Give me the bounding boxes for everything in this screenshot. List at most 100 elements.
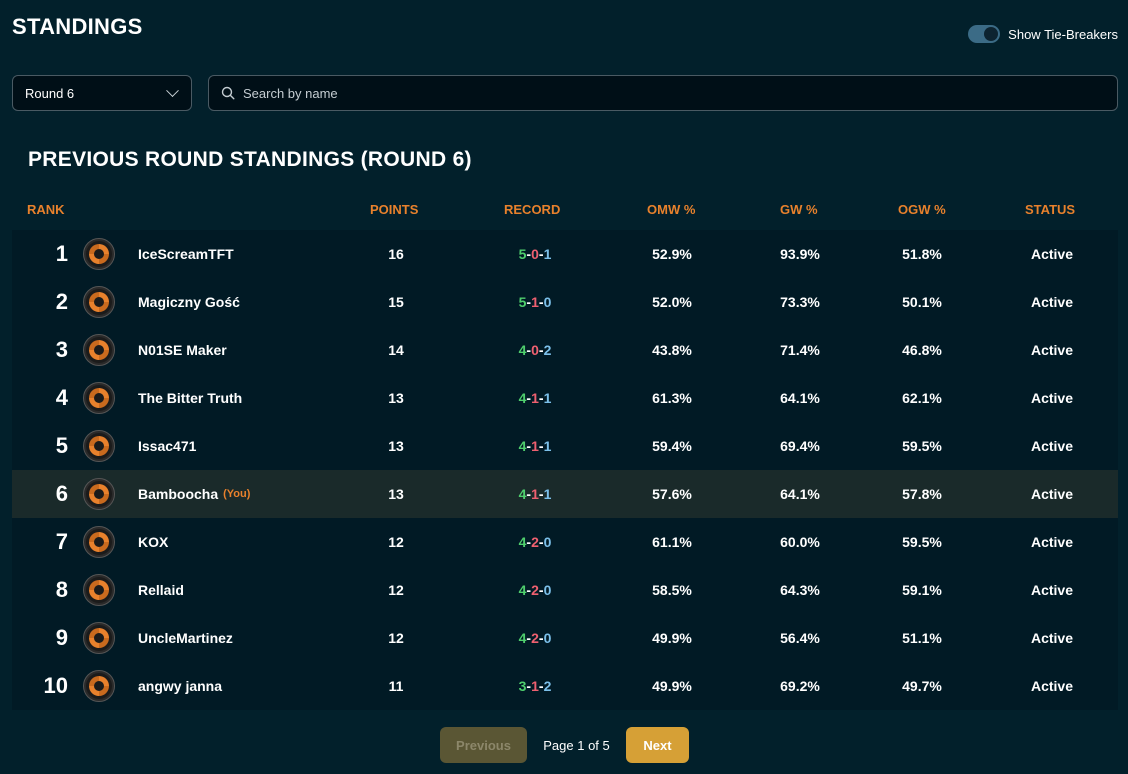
omw-cell: 49.9% <box>652 678 692 694</box>
ogw-cell: 57.8% <box>902 486 942 502</box>
col-ogw: OGW % <box>898 202 946 217</box>
points-cell: 16 <box>388 246 404 262</box>
status-cell: Active <box>1030 486 1074 502</box>
player-name-text: IceScreamTFT <box>138 246 234 262</box>
record-cell: 4-0-2 <box>490 326 580 374</box>
omw-cell: 61.3% <box>652 390 692 406</box>
points-cell: 14 <box>388 342 404 358</box>
player-name-text: UncleMartinez <box>138 630 233 646</box>
ogw-cell: 59.1% <box>902 582 942 598</box>
player-name-text: Magiczny Gość <box>138 294 240 310</box>
table-row[interactable]: 3 N01SE Maker 14 4-0-2 43.8% 71.4% 46.8% Active <box>12 326 1118 374</box>
page-indicator: Page 1 of 5 <box>543 737 610 753</box>
rank-cell: 1 <box>55 241 68 266</box>
record-wins: 3 <box>518 678 527 694</box>
record-cell: 4-1-1 <box>490 470 580 518</box>
player-name[interactable]: The Bitter Truth <box>138 374 242 422</box>
pagination: Previous Page 1 of 5 Next <box>0 727 1128 763</box>
rank-cell: 5 <box>55 433 68 458</box>
record-cell: 4-1-1 <box>490 422 580 470</box>
rank-cell: 9 <box>55 625 68 650</box>
status-cell: Active <box>1030 342 1074 358</box>
omw-cell: 61.1% <box>652 534 692 550</box>
points-cell: 12 <box>388 630 404 646</box>
record-losses: 0 <box>531 246 539 262</box>
table-row[interactable]: 8 Rellaid 12 4-2-0 58.5% 64.3% 59.1% Active <box>12 566 1118 614</box>
rank-cell: 10 <box>43 673 68 698</box>
rank-cell: 2 <box>55 289 68 314</box>
player-name[interactable]: Bamboocha (You) <box>138 470 250 518</box>
table-row[interactable]: 2 Magiczny Gość 15 5-1-0 52.0% 73.3% 50.1% Acti… <box>12 278 1118 326</box>
status-cell: Active <box>1030 246 1074 262</box>
ogw-cell: 46.8% <box>902 342 942 358</box>
tie-breakers-toggle[interactable]: Show Tie-Breakers <box>968 25 1118 43</box>
toggle-switch[interactable] <box>968 25 1001 43</box>
record-wins: 4 <box>518 486 527 502</box>
player-name-text: angwy janna <box>138 678 223 694</box>
status-cell: Active <box>1030 534 1074 550</box>
player-name[interactable]: N01SE Maker <box>138 326 227 374</box>
section-title: PREVIOUS ROUND STANDINGS (ROUND 6) <box>28 148 472 171</box>
record-draws: 0 <box>543 534 552 550</box>
search-box[interactable] <box>208 75 1118 111</box>
gw-cell: 69.4% <box>780 438 820 454</box>
standings-table: 1 IceScreamTFT 16 5-0-1 52.9% 93.9% 51.8% Activ… <box>12 230 1118 710</box>
table-row[interactable]: 4 The Bitter Truth 13 4-1-1 61.3% 64.1% 62.1% A… <box>12 374 1118 422</box>
rank-cell: 8 <box>55 577 68 602</box>
record-losses: 2 <box>531 534 539 550</box>
record-cell: 4-2-0 <box>490 566 580 614</box>
record-draws: 0 <box>543 582 552 598</box>
gw-cell: 64.3% <box>780 582 820 598</box>
gw-cell: 69.2% <box>780 678 820 694</box>
player-avatar-icon <box>83 526 115 558</box>
next-button[interactable]: Next <box>626 727 689 763</box>
points-cell: 12 <box>388 582 404 598</box>
record-wins: 5 <box>518 246 527 262</box>
record-draws: 1 <box>543 438 552 454</box>
col-omw: OMW % <box>647 202 696 217</box>
player-avatar-icon <box>83 238 115 270</box>
record-wins: 4 <box>518 438 527 454</box>
player-name[interactable]: UncleMartinez <box>138 614 233 662</box>
player-name[interactable]: angwy janna <box>138 662 222 710</box>
table-row[interactable]: 7 KOX 12 4-2-0 61.1% 60.0% 59.5% Active <box>12 518 1118 566</box>
player-avatar-icon <box>83 430 115 462</box>
rank-cell: 3 <box>55 337 68 362</box>
table-row[interactable]: 10 angwy janna 11 3-1-2 49.9% 69.2% 49.7% Activ… <box>12 662 1118 710</box>
omw-cell: 49.9% <box>652 630 692 646</box>
chevron-down-icon <box>166 83 179 97</box>
table-row[interactable]: 9 UncleMartinez 12 4-2-0 49.9% 56.4% 51.1% Acti… <box>12 614 1118 662</box>
omw-cell: 52.0% <box>652 294 692 310</box>
player-avatar-icon <box>83 574 115 606</box>
round-select[interactable]: Round 6 <box>12 75 192 111</box>
search-input[interactable] <box>243 85 1117 101</box>
player-avatar-icon <box>83 334 115 366</box>
record-draws: 2 <box>543 342 552 358</box>
ogw-cell: 59.5% <box>902 534 942 550</box>
player-name[interactable]: IceScreamTFT <box>138 230 234 278</box>
gw-cell: 93.9% <box>780 246 820 262</box>
player-name[interactable]: Magiczny Gość <box>138 278 240 326</box>
record-losses: 0 <box>531 342 539 358</box>
record-draws: 2 <box>543 678 552 694</box>
player-name-text: The Bitter Truth <box>138 390 243 406</box>
player-name[interactable]: Issac471 <box>138 422 196 470</box>
record-cell: 4-2-0 <box>490 614 580 662</box>
col-rank: RANK <box>27 202 65 217</box>
table-header: RANK POINTS RECORD OMW % GW % OGW % STAT… <box>12 202 1118 222</box>
tie-breakers-label: Show Tie-Breakers <box>1008 26 1118 42</box>
record-wins: 5 <box>518 294 527 310</box>
points-cell: 13 <box>388 486 404 502</box>
table-row[interactable]: 1 IceScreamTFT 16 5-0-1 52.9% 93.9% 51.8% Activ… <box>12 230 1118 278</box>
table-row[interactable]: 6 Bamboocha (You) 13 4-1-1 57.6% 64.1% 57.8% Act… <box>12 470 1118 518</box>
player-name[interactable]: KOX <box>138 518 168 566</box>
omw-cell: 58.5% <box>652 582 692 598</box>
table-row[interactable]: 5 Issac471 13 4-1-1 59.4% 69.4% 59.5% Active <box>12 422 1118 470</box>
points-cell: 13 <box>388 390 404 406</box>
record-cell: 4-1-1 <box>490 374 580 422</box>
ogw-cell: 49.7% <box>902 678 942 694</box>
previous-button[interactable]: Previous <box>440 727 527 763</box>
player-name[interactable]: Rellaid <box>138 566 184 614</box>
player-avatar-icon <box>83 478 115 510</box>
record-draws: 0 <box>543 630 552 646</box>
